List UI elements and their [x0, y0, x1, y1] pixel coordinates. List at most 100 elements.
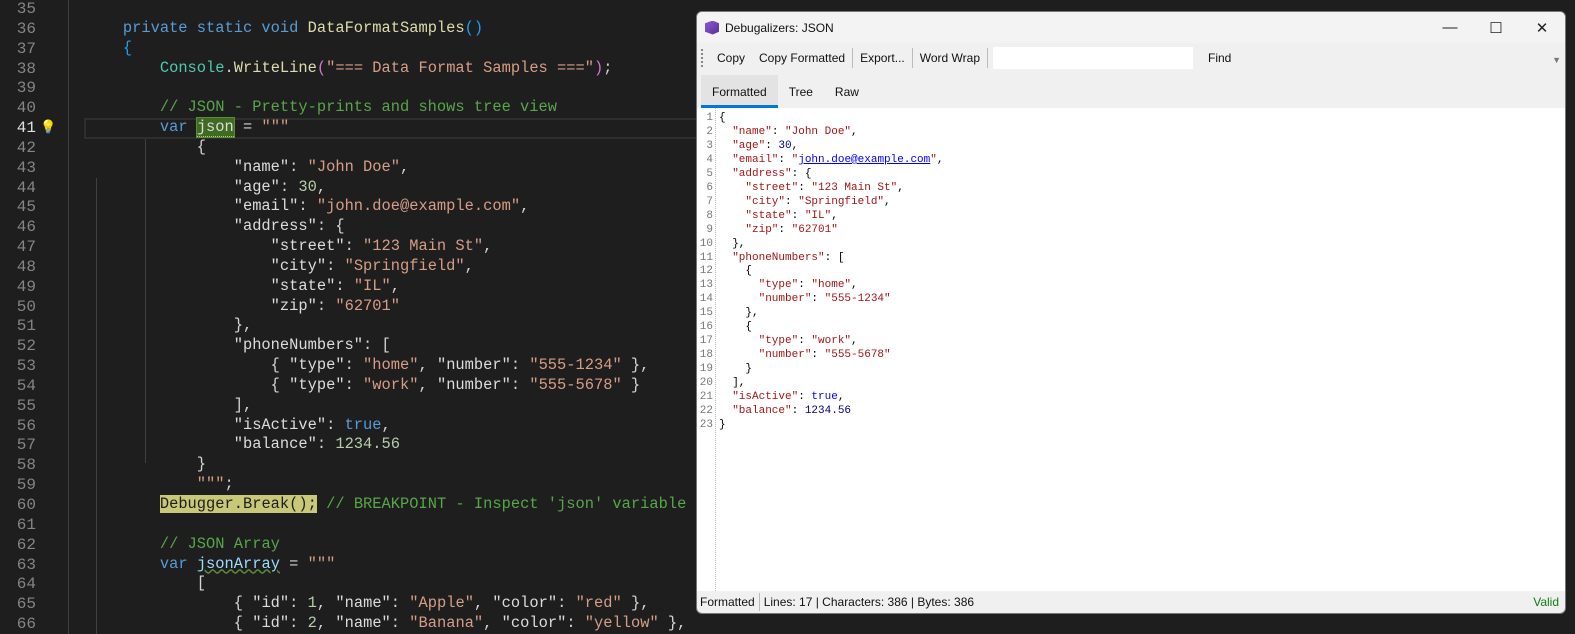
maximize-button[interactable]: ☐	[1473, 19, 1519, 37]
code-token: {	[122, 38, 133, 57]
code-token: =	[279, 554, 308, 573]
formatted-json-view[interactable]: 1 {2 "name": "John Doe", 3 "age": 30, 4 "em…	[697, 108, 1565, 591]
code-token: :	[557, 594, 576, 613]
code-line: var jsonArray = """	[49, 554, 336, 575]
find-input[interactable]	[993, 47, 1193, 69]
code-line: { "type": "home", "number": "555-1234" }…	[49, 356, 650, 376]
json-line-number: 17	[699, 335, 713, 348]
tab-raw[interactable]: Raw	[824, 75, 870, 108]
export-button[interactable]: Export...	[853, 51, 912, 65]
line-number: 50	[16, 297, 36, 316]
json-token: },	[719, 237, 746, 250]
json-token: ,	[897, 181, 904, 194]
code-token: :	[279, 177, 299, 196]
view-tabs: Formatted Tree Raw	[697, 75, 1565, 108]
json-line: },	[719, 306, 758, 320]
line-number: 35	[16, 0, 36, 18]
code-line: // JSON - Pretty-prints and shows tree v…	[49, 98, 557, 118]
json-token: :	[798, 279, 812, 292]
toolbar-overflow-icon[interactable]: ▼	[1552, 55, 1561, 65]
line-number: 57	[16, 436, 36, 455]
code-token: ,	[464, 256, 474, 275]
code-token: "age"	[233, 177, 280, 196]
code-token: ,	[473, 594, 493, 613]
code-token: "name"	[335, 594, 391, 613]
json-token: "123 Main St"	[811, 181, 898, 194]
line-number: 65	[16, 595, 36, 614]
json-token: "	[930, 153, 937, 166]
json-line-number: 16	[699, 321, 713, 334]
tab-tree[interactable]: Tree	[778, 75, 824, 108]
code-line: "isActive": true,	[49, 416, 391, 436]
line-number: 41	[16, 119, 36, 138]
code-token: "isActive"	[233, 415, 327, 434]
code-token: ;	[603, 58, 613, 77]
code-token: // JSON - Pretty-prints and shows tree v…	[159, 98, 557, 117]
code-token: ,	[381, 415, 391, 434]
line-number: 44	[16, 178, 36, 197]
tab-formatted[interactable]: Formatted	[701, 75, 778, 108]
line-number: 63	[16, 555, 36, 574]
line-number: 62	[16, 535, 36, 554]
code-token: 2	[307, 614, 317, 633]
code-token: [	[49, 574, 207, 593]
status-bar: Formatted Lines: 17 | Characters: 386 | …	[697, 590, 1565, 613]
code-token: {	[49, 137, 207, 156]
code-token: (	[316, 58, 327, 77]
json-token: "isActive"	[732, 391, 799, 403]
json-token: "John Doe"	[785, 125, 852, 138]
word-wrap-button[interactable]: Word Wrap	[913, 51, 987, 65]
code-token: "type"	[289, 375, 345, 394]
find-button[interactable]: Find	[1201, 51, 1238, 65]
json-line: "city": "Springfield",	[719, 195, 890, 209]
json-token: ],	[719, 377, 746, 390]
code-token: },	[621, 356, 650, 375]
json-token: true	[811, 391, 838, 403]
json-token: "phoneNumbers"	[732, 251, 825, 264]
code-token: "address"	[233, 217, 317, 236]
email-link[interactable]: john.doe@example.com	[798, 154, 930, 166]
code-line: }	[49, 455, 206, 475]
code-line: "city": "Springfield",	[49, 257, 474, 277]
json-line: "address": {	[719, 167, 811, 181]
copy-button[interactable]: Copy	[710, 51, 752, 65]
code-token: DataFormatSamples	[307, 18, 465, 37]
code-token: "555-1234"	[529, 356, 622, 375]
json-token: 30	[778, 139, 792, 152]
json-token: }	[719, 418, 726, 431]
code-line: {	[49, 39, 132, 59]
close-button[interactable]: ✕	[1519, 19, 1565, 37]
toolbar-grip[interactable]	[701, 49, 704, 67]
json-token: :	[798, 391, 812, 403]
code-token: var	[159, 118, 188, 137]
json-token: "number"	[758, 349, 812, 362]
code-token: ,	[520, 197, 530, 216]
code-token: """	[196, 475, 225, 494]
json-token: "address"	[732, 167, 792, 180]
code-token: "IL"	[353, 276, 391, 295]
code-token: "Banana"	[409, 614, 484, 633]
json-line: "email": "john.doe@example.com",	[719, 153, 943, 167]
json-token: "city"	[745, 195, 786, 208]
status-stats: Lines: 17 | Characters: 386 | Bytes: 386	[763, 594, 975, 609]
line-number: 54	[16, 376, 36, 395]
json-token: "home"	[811, 279, 852, 292]
code-token: "John Doe"	[307, 157, 400, 176]
copy-formatted-button[interactable]: Copy Formatted	[752, 51, 852, 65]
status-separator	[758, 592, 760, 611]
code-token: },	[658, 614, 687, 633]
code-token: jsonArray	[196, 554, 280, 573]
line-number: 64	[16, 575, 36, 594]
minimize-button[interactable]: —	[1427, 19, 1473, 37]
json-line-number: 15	[699, 307, 713, 320]
code-token: "name"	[233, 157, 290, 176]
